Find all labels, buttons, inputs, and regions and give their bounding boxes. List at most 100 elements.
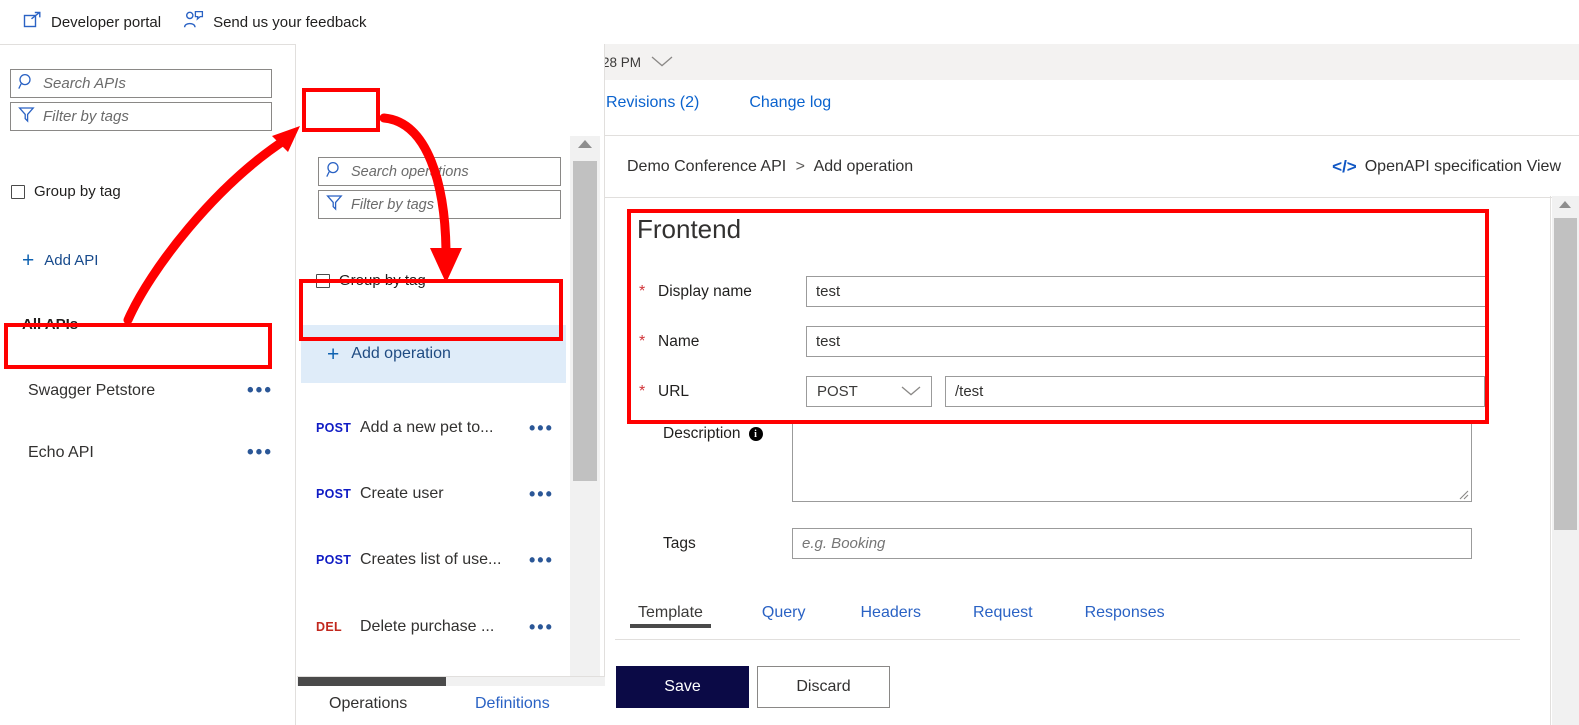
search-icon (326, 161, 343, 183)
filter-operations-placeholder: Filter by tags (351, 196, 434, 213)
tab-headers[interactable]: Headers (861, 596, 921, 622)
tab-change-log[interactable]: Change log (749, 80, 831, 136)
search-operations-placeholder: Search operations (351, 163, 469, 180)
add-operation-label: Add operation (351, 345, 451, 362)
group-by-tag-apis-checkbox[interactable]: Group by tag (11, 183, 121, 200)
scroll-up-arrow-icon[interactable] (1559, 201, 1571, 208)
group-by-tag-operations-checkbox[interactable]: Group by tag (316, 272, 426, 289)
operation-more-menu-icon[interactable]: ••• (529, 551, 554, 569)
filter-by-tags-apis-input[interactable]: Filter by tags (10, 102, 272, 131)
chevron-down-icon[interactable] (651, 55, 673, 70)
breadcrumb-root[interactable]: Demo Conference API (627, 158, 786, 175)
tab-revisions[interactable]: Revisions (2) (606, 80, 699, 136)
http-method-value: POST (817, 383, 858, 400)
required-asterisk: * (639, 382, 646, 400)
description-row: Description i (639, 421, 1472, 502)
operation-detail-pane: Demo Conference API > Add operation </> … (605, 136, 1579, 725)
detail-header: Demo Conference API > Add operation </> … (605, 136, 1579, 198)
operation-list-item[interactable]: POST Create user ••• (296, 474, 566, 514)
filter-icon (18, 106, 35, 128)
operation-verb: DEL (316, 620, 342, 634)
operations-horizontal-scrollbar[interactable] (297, 677, 605, 686)
checkbox-icon (316, 273, 330, 288)
url-path-input[interactable]: /test (945, 376, 1485, 407)
discard-button[interactable]: Discard (757, 666, 890, 708)
search-apis-input[interactable]: Search APIs (10, 69, 272, 98)
tab-query[interactable]: Query (762, 596, 806, 622)
chevron-down-icon (901, 384, 921, 399)
operations-vertical-scrollbar[interactable] (570, 136, 600, 676)
operation-verb: POST (316, 487, 352, 501)
detail-vertical-scrollbar[interactable] (1552, 196, 1579, 725)
breadcrumb-current: Add operation (813, 157, 914, 175)
breadcrumb-separator: > (795, 157, 805, 175)
operation-list-item[interactable]: POST Creates list of use... ••• (296, 540, 566, 580)
required-asterisk: * (639, 332, 646, 350)
url-label: URL (658, 382, 690, 400)
url-row: * URL POST /test (639, 376, 1485, 407)
operation-verb: POST (316, 553, 352, 567)
api-list-item-swagger-petstore[interactable]: Swagger Petstore ••• (0, 374, 295, 408)
display-name-input[interactable]: test (806, 276, 1486, 307)
tab-operations[interactable]: Operations (329, 695, 407, 713)
tab-definitions[interactable]: Definitions (475, 695, 550, 713)
save-button[interactable]: Save (616, 666, 749, 708)
filter-by-tags-operations-input[interactable]: Filter by tags (318, 190, 561, 219)
openapi-specification-view-link[interactable]: </> OpenAPI specification View (1332, 157, 1561, 177)
operation-verb: POST (316, 421, 352, 435)
tab-request[interactable]: Request (973, 596, 1033, 622)
tab-responses[interactable]: Responses (1085, 596, 1165, 622)
operation-list-item[interactable]: DEL Delete purchase ... ••• (296, 607, 566, 647)
breadcrumb: Demo Conference API > Add operation (627, 158, 913, 176)
operations-bottom-tabs: Operations Definitions (297, 676, 605, 725)
developer-portal-link[interactable]: Developer portal (23, 11, 161, 34)
operation-more-menu-icon[interactable]: ••• (529, 419, 554, 437)
display-name-label: Display name (658, 282, 752, 300)
operation-more-menu-icon[interactable]: ••• (529, 485, 554, 503)
tags-placeholder: e.g. Booking (802, 535, 886, 552)
scrollbar-thumb[interactable] (298, 677, 446, 686)
search-apis-placeholder: Search APIs (43, 75, 126, 92)
tab-template[interactable]: Template (630, 596, 711, 628)
name-input[interactable]: test (806, 326, 1486, 357)
api-more-menu-icon[interactable]: ••• (247, 382, 273, 400)
name-row: * Name test (639, 326, 1486, 357)
operation-list-item[interactable]: POST Add a new pet to... ••• (296, 408, 566, 448)
apis-sidebar: Search APIs Filter by tags Group by tag … (0, 44, 295, 725)
description-label-group: Description i (663, 421, 792, 443)
send-feedback-label: Send us your feedback (213, 13, 367, 31)
scrollbar-thumb[interactable] (1554, 218, 1577, 530)
operation-name: Creates list of use... (360, 551, 502, 568)
display-name-row: * Display name test (639, 276, 1486, 307)
developer-portal-label: Developer portal (51, 13, 162, 31)
plus-icon: + (327, 342, 340, 366)
api-list-item-echo-api[interactable]: Echo API ••• (0, 436, 295, 470)
resize-grip-icon[interactable] (1457, 487, 1469, 500)
http-method-select[interactable]: POST (806, 376, 932, 407)
scroll-up-arrow-icon[interactable] (578, 140, 592, 148)
tags-row: Tags e.g. Booking (639, 528, 1472, 559)
operation-detail-tabs: Template Query Headers Request Responses (615, 596, 1520, 640)
feedback-person-icon (183, 10, 204, 34)
send-feedback-link[interactable]: Send us your feedback (183, 10, 367, 34)
tags-label: Tags (663, 534, 696, 552)
operation-more-menu-icon[interactable]: ••• (529, 618, 554, 636)
all-apis-heading: All APIs (22, 316, 79, 333)
detail-pane-divider (1550, 196, 1551, 725)
description-label: Description (663, 425, 741, 442)
add-operation-button[interactable]: + Add operation (301, 325, 566, 383)
add-api-label: Add API (44, 252, 99, 269)
description-textarea[interactable] (792, 421, 1472, 502)
required-asterisk: * (639, 282, 646, 300)
api-more-menu-icon[interactable]: ••• (247, 444, 273, 462)
tags-input[interactable]: e.g. Booking (792, 528, 1472, 559)
scrollbar-thumb[interactable] (573, 161, 597, 481)
search-icon (18, 73, 35, 95)
external-link-icon (23, 11, 42, 34)
search-operations-input[interactable]: Search operations (318, 157, 561, 186)
add-api-button[interactable]: + Add API (22, 250, 98, 271)
operation-name: Delete purchase ... (360, 618, 495, 635)
info-icon[interactable]: i (748, 427, 763, 441)
top-utility-bar: Developer portal Send us your feedback (0, 0, 1579, 44)
group-by-tag-operations-label: Group by tag (339, 272, 426, 289)
